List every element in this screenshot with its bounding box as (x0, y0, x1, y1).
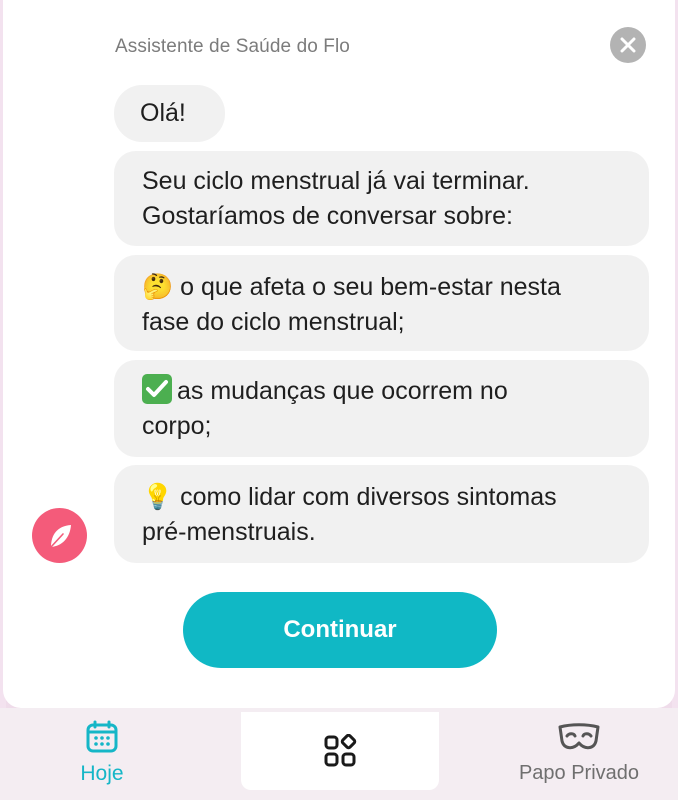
flo-feather-icon (49, 524, 71, 548)
thinking-face-icon: 🤔 (142, 272, 174, 301)
close-icon (620, 37, 636, 53)
message-bubble-body-changes: as mudanças que ocorrem no corpo; (114, 360, 649, 457)
mask-icon (558, 723, 600, 750)
nav-item-private-talk[interactable]: Papo Privado (508, 722, 650, 785)
light-bulb-icon: 💡 (142, 482, 174, 511)
message-bubble-greeting: Olá! (114, 85, 225, 142)
check-mark-icon (142, 374, 172, 404)
message-text-line: como lidar com diversos sintomas (180, 483, 557, 511)
message-bubble-wellbeing: 🤔 o que afeta o seu bem-estar nesta fase… (114, 255, 649, 351)
close-button[interactable] (610, 27, 646, 63)
nav-label-today: Hoje (80, 762, 124, 785)
grid-shapes-icon (324, 734, 357, 767)
nav-label-private-talk: Papo Privado (518, 762, 640, 784)
message-text-line: fase do ciclo menstrual; (142, 308, 405, 336)
message-bubble-symptoms: 💡 como lidar com diversos sintomas pré-m… (114, 465, 649, 563)
message-text: Olá! (140, 99, 186, 127)
message-text-line: Gostaríamos de conversar sobre: (142, 202, 513, 230)
assistant-title: Assistente de Saúde do Flo (115, 36, 350, 57)
nav-item-content[interactable] (241, 712, 439, 790)
message-text-line: corpo; (142, 412, 212, 440)
calendar-icon (86, 720, 118, 753)
message-text-line: as mudanças que ocorrem no (177, 377, 508, 405)
nav-item-today[interactable]: Hoje (62, 720, 142, 786)
message-text-line: pré-menstruais. (142, 518, 316, 546)
message-text-line: Seu ciclo menstrual já vai terminar. (142, 167, 530, 195)
message-text-line: o que afeta o seu bem-estar nesta (180, 273, 561, 301)
assistant-avatar (32, 508, 87, 563)
message-bubble-intro: Seu ciclo menstrual já vai terminar. Gos… (114, 151, 649, 246)
continue-button[interactable]: Continuar (183, 592, 497, 668)
